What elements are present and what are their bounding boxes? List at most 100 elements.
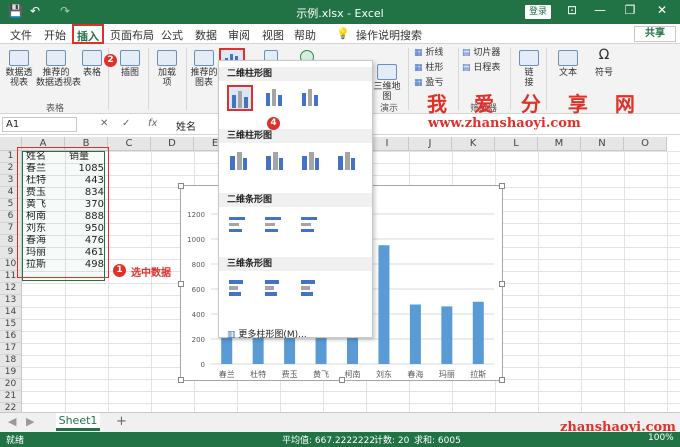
bar-6[interactable] bbox=[409, 304, 421, 365]
tab-file[interactable]: 文件 bbox=[10, 27, 32, 43]
column-header[interactable]: C bbox=[108, 137, 151, 151]
3d-stacked-column[interactable] bbox=[263, 149, 289, 175]
row-header[interactable]: 12 bbox=[0, 283, 22, 295]
sparkline-winloss-button[interactable]: ▦ 盈亏 bbox=[414, 78, 454, 88]
bar-5[interactable] bbox=[378, 245, 390, 364]
link-button[interactable]: 链 接 bbox=[518, 50, 540, 88]
tab-help[interactable]: 帮助 bbox=[294, 27, 316, 43]
ribbon-display-icon[interactable]: ⊡ bbox=[562, 3, 582, 17]
sheet-tab-sheet1[interactable]: Sheet1 bbox=[56, 413, 100, 431]
cell-header[interactable]: 姓名 bbox=[22, 151, 65, 163]
recommended-pivot-button[interactable]: 推荐的 数据透视表 bbox=[36, 50, 81, 88]
zoom-level[interactable]: 100% bbox=[648, 433, 674, 443]
row-header[interactable]: 13 bbox=[0, 295, 22, 307]
3d-map-button[interactable]: 三维地 图 bbox=[372, 64, 402, 102]
text-button[interactable]: 文本 bbox=[556, 50, 580, 78]
cell[interactable]: 春海 bbox=[22, 235, 65, 247]
function-icon[interactable]: fx bbox=[148, 118, 157, 129]
row-header[interactable]: 17 bbox=[0, 343, 22, 355]
cell[interactable]: 杜特 bbox=[22, 175, 65, 187]
timeline-button[interactable]: ▤ 日程表 bbox=[462, 63, 506, 73]
recommended-charts-button[interactable]: 推荐的 图表 bbox=[190, 50, 218, 88]
slicer-button[interactable]: ▤ 切片器 bbox=[462, 48, 506, 58]
enter-icon[interactable]: ✓ bbox=[122, 118, 130, 129]
addins-button[interactable]: 加载 项 bbox=[154, 50, 180, 88]
column-header[interactable]: M bbox=[538, 137, 581, 151]
cell[interactable]: 476 bbox=[65, 235, 108, 247]
row-header[interactable]: 20 bbox=[0, 379, 22, 391]
clustered-column[interactable] bbox=[227, 85, 253, 111]
row-header[interactable]: 14 bbox=[0, 307, 22, 319]
column-header[interactable]: K bbox=[452, 137, 495, 151]
tab-review[interactable]: 审阅 bbox=[228, 27, 250, 43]
cell[interactable]: 461 bbox=[65, 247, 108, 259]
illustrations-button[interactable]: 插图 bbox=[116, 50, 144, 78]
tab-data[interactable]: 数据 bbox=[195, 27, 217, 43]
3d-clustered-bar[interactable] bbox=[227, 277, 253, 303]
restore-button[interactable]: ❐ bbox=[620, 3, 640, 17]
bar-7[interactable] bbox=[441, 306, 453, 364]
symbol-button[interactable]: Ω 符号 bbox=[592, 47, 616, 78]
3d-clustered-column[interactable] bbox=[227, 149, 253, 175]
percent-stacked-column[interactable] bbox=[299, 85, 325, 111]
cell[interactable]: 刘东 bbox=[22, 223, 65, 235]
stacked-column[interactable] bbox=[263, 85, 289, 111]
row-header[interactable]: 16 bbox=[0, 331, 22, 343]
column-header[interactable]: O bbox=[624, 137, 667, 151]
cell[interactable]: 1085 bbox=[65, 163, 108, 175]
row-header[interactable]: 15 bbox=[0, 319, 22, 331]
omega-icon: Ω bbox=[598, 47, 610, 63]
tab-view[interactable]: 视图 bbox=[262, 27, 284, 43]
bar-8[interactable] bbox=[472, 301, 484, 364]
row-header[interactable]: 22 bbox=[0, 403, 22, 412]
table-button[interactable]: 表格 bbox=[80, 50, 104, 78]
cell[interactable]: 费玉 bbox=[22, 187, 65, 199]
minimize-button[interactable]: — bbox=[590, 3, 610, 17]
row-header[interactable]: 21 bbox=[0, 391, 22, 403]
cell[interactable]: 玛丽 bbox=[22, 247, 65, 259]
3d-stacked-bar[interactable] bbox=[263, 277, 289, 303]
column-header[interactable]: J bbox=[409, 137, 452, 151]
cell[interactable]: 柯南 bbox=[22, 211, 65, 223]
close-button[interactable]: ✕ bbox=[652, 3, 672, 17]
percent-stacked-bar[interactable] bbox=[299, 213, 325, 239]
cell[interactable]: 950 bbox=[65, 223, 108, 235]
cell[interactable]: 888 bbox=[65, 211, 108, 223]
clustered-bar[interactable] bbox=[227, 213, 253, 239]
share-button[interactable]: 共享 bbox=[634, 26, 676, 42]
3d-percent-column[interactable] bbox=[299, 149, 325, 175]
more-column-charts-link[interactable]: ▥ 更多柱形图(M)... bbox=[227, 327, 307, 340]
column-header[interactable]: L bbox=[495, 137, 538, 151]
add-sheet-button[interactable]: + bbox=[116, 414, 127, 429]
3d-column[interactable] bbox=[335, 149, 361, 175]
cell[interactable]: 370 bbox=[65, 199, 108, 211]
tab-home[interactable]: 开始 bbox=[44, 27, 66, 43]
pivot-table-button[interactable]: 数据透 视表 bbox=[4, 50, 34, 88]
row-header[interactable]: 18 bbox=[0, 355, 22, 367]
tab-insert[interactable]: 插入 bbox=[72, 24, 104, 44]
cell-header[interactable]: 销量 bbox=[65, 151, 108, 163]
column-header[interactable]: D bbox=[151, 137, 194, 151]
tab-page-layout[interactable]: 页面布局 bbox=[110, 27, 154, 43]
scroll-right-icon[interactable]: ▶ bbox=[26, 415, 34, 428]
cell[interactable]: 498 bbox=[65, 259, 108, 271]
cell[interactable]: 834 bbox=[65, 187, 108, 199]
cancel-icon[interactable]: ✕ bbox=[100, 118, 108, 129]
row-header[interactable]: 19 bbox=[0, 367, 22, 379]
3d-percent-bar[interactable] bbox=[299, 277, 325, 303]
cell[interactable]: 春兰 bbox=[22, 163, 65, 175]
sparkline-column-button[interactable]: ▦ 柱形 bbox=[414, 63, 454, 73]
column-gridline bbox=[624, 151, 625, 412]
name-box[interactable]: A1 bbox=[2, 117, 77, 132]
cell[interactable]: 拉斯 bbox=[22, 259, 65, 271]
sparkline-line-button[interactable]: ▦ 折线 bbox=[414, 48, 454, 58]
tab-formulas[interactable]: 公式 bbox=[161, 27, 183, 43]
cell[interactable]: 黄飞 bbox=[22, 199, 65, 211]
scroll-left-icon[interactable]: ◀ bbox=[8, 415, 16, 428]
column-header[interactable]: N bbox=[581, 137, 624, 151]
tell-me-search[interactable]: 操作说明搜索 bbox=[356, 27, 422, 43]
login-button[interactable]: 登录 bbox=[525, 5, 551, 19]
formula-input[interactable]: 姓名 bbox=[176, 118, 196, 133]
cell[interactable]: 443 bbox=[65, 175, 108, 187]
stacked-bar[interactable] bbox=[263, 213, 289, 239]
